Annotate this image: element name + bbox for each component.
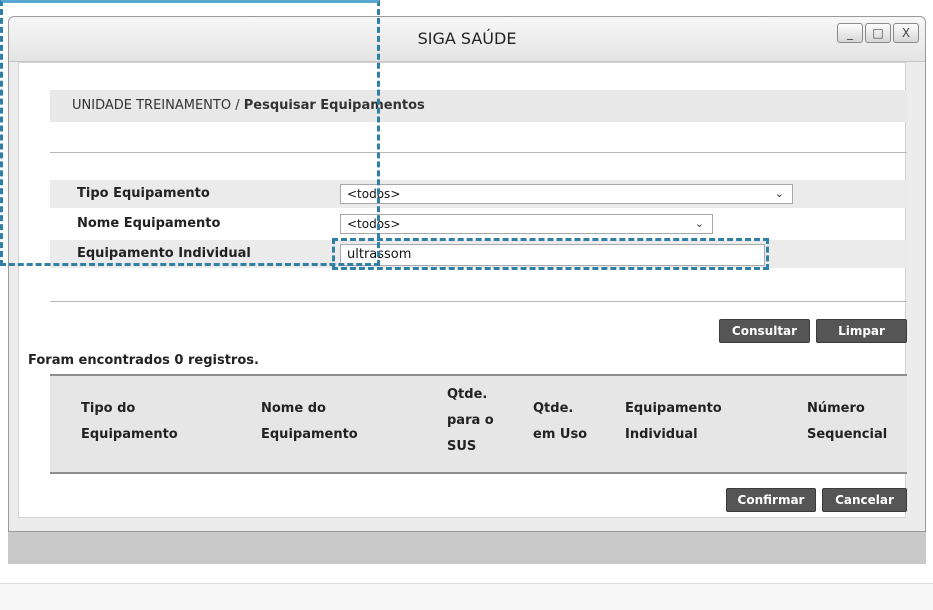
nome-equipamento-label: Nome Equipamento bbox=[77, 216, 221, 231]
col-nome-equipamento: Nome do Equipamento bbox=[261, 401, 358, 442]
equipamento-individual-label: Equipamento Individual bbox=[77, 246, 251, 261]
status-bar bbox=[8, 532, 926, 564]
tipo-equipamento-select[interactable]: <todos> ⌄ bbox=[340, 184, 793, 204]
breadcrumb-unit: UNIDADE TREINAMENTO / bbox=[72, 98, 240, 113]
filter-row-individual: Equipamento Individual ultrassom bbox=[50, 240, 907, 268]
app-window: SIGA SAÚDE _ □ X UNIDADE TREINAMENTO / P… bbox=[8, 16, 926, 532]
col-numero-sequencial: Número Sequencial bbox=[807, 401, 888, 442]
limpar-button[interactable]: Limpar bbox=[816, 319, 907, 343]
breadcrumb: UNIDADE TREINAMENTO / Pesquisar Equipame… bbox=[50, 90, 907, 122]
divider bbox=[50, 152, 907, 153]
bottom-bar bbox=[0, 584, 933, 610]
maximize-icon: □ bbox=[872, 26, 884, 40]
nome-equipamento-select[interactable]: <todos> ⌄ bbox=[340, 214, 713, 234]
title-bar[interactable]: SIGA SAÚDE _ □ X bbox=[9, 17, 925, 62]
col-tipo-equipamento: Tipo do Equipamento bbox=[81, 401, 178, 442]
breadcrumb-page: Pesquisar Equipamentos bbox=[243, 98, 425, 113]
col-qtde-sus: Qtde. para o SUS bbox=[447, 387, 494, 454]
screen: SIGA SAÚDE _ □ X UNIDADE TREINAMENTO / P… bbox=[0, 0, 933, 610]
results-count: Foram encontrados 0 registros. bbox=[28, 353, 259, 368]
close-icon: X bbox=[901, 26, 911, 40]
filter-row-tipo: Tipo Equipamento <todos> ⌄ bbox=[50, 180, 907, 208]
divider bbox=[50, 301, 907, 302]
window-controls: _ □ X bbox=[837, 23, 919, 43]
equipamento-individual-input[interactable]: ultrassom bbox=[340, 244, 765, 266]
minimize-icon: _ bbox=[847, 26, 853, 40]
cancelar-button[interactable]: Cancelar bbox=[822, 488, 907, 512]
col-qtde-uso: Qtde. em Uso bbox=[533, 401, 588, 442]
nome-equipamento-value: <todos> bbox=[347, 217, 401, 231]
close-button[interactable]: X bbox=[893, 23, 919, 43]
tipo-equipamento-value: <todos> bbox=[347, 187, 401, 201]
filter-row-nome: Nome Equipamento <todos> ⌄ bbox=[50, 210, 907, 238]
minimize-button[interactable]: _ bbox=[837, 23, 863, 43]
tipo-equipamento-label: Tipo Equipamento bbox=[77, 186, 210, 201]
consultar-button[interactable]: Consultar bbox=[719, 319, 810, 343]
results-table-header: Tipo do Equipamento Nome do Equipamento Qt… bbox=[50, 374, 907, 474]
equipamento-individual-value: ultrassom bbox=[347, 247, 412, 262]
window-title: SIGA SAÚDE bbox=[417, 29, 517, 48]
col-equipamento-individual: Equipamento Individual bbox=[625, 401, 722, 442]
form-panel: UNIDADE TREINAMENTO / Pesquisar Equipame… bbox=[18, 62, 907, 518]
chevron-down-icon: ⌄ bbox=[774, 187, 784, 200]
confirmar-button[interactable]: Confirmar bbox=[726, 488, 816, 512]
maximize-button[interactable]: □ bbox=[865, 23, 891, 43]
chevron-down-icon: ⌄ bbox=[694, 217, 704, 230]
